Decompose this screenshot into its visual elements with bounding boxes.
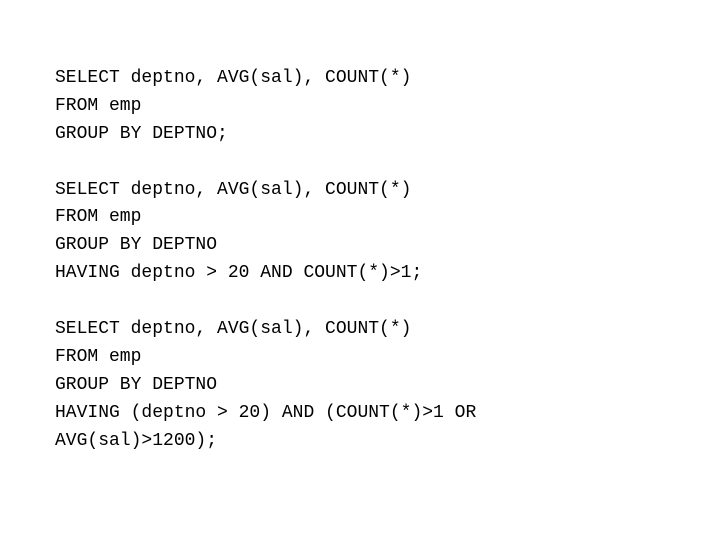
code-line: HAVING deptno > 20 AND COUNT(*)>1; xyxy=(55,260,680,288)
code-line: AVG(sal)>1200); xyxy=(55,428,680,456)
code-line: GROUP BY DEPTNO xyxy=(55,232,680,260)
code-line: SELECT deptno, AVG(sal), COUNT(*) xyxy=(55,177,680,205)
code-line: FROM emp xyxy=(55,344,680,372)
code-line: SELECT deptno, AVG(sal), COUNT(*) xyxy=(55,65,680,93)
blank-line xyxy=(55,149,680,177)
code-line: GROUP BY DEPTNO; xyxy=(55,121,680,149)
code-line: GROUP BY DEPTNO xyxy=(55,372,680,400)
code-line: HAVING (deptno > 20) AND (COUNT(*)>1 OR xyxy=(55,400,680,428)
code-line: FROM emp xyxy=(55,204,680,232)
code-document: SELECT deptno, AVG(sal), COUNT(*) FROM e… xyxy=(0,0,720,495)
code-line: SELECT deptno, AVG(sal), COUNT(*) xyxy=(55,316,680,344)
blank-line xyxy=(55,288,680,316)
code-line: FROM emp xyxy=(55,93,680,121)
